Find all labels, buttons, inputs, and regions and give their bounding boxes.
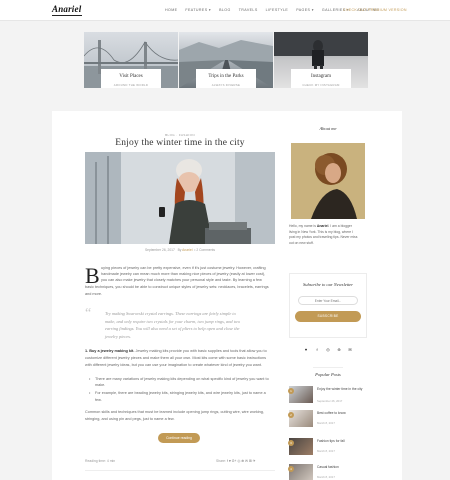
skills-paragraph-line: stringing, and using pin and pegs, just … xyxy=(85,417,175,421)
popular-posts-heading: Popular Posts xyxy=(315,372,341,377)
subscribe-button[interactable]: Subscribe xyxy=(295,311,361,322)
quote-line: jewelry pieces. xyxy=(105,333,132,339)
nav-blog[interactable]: BLOG xyxy=(219,8,231,12)
quote-icon: “ xyxy=(85,306,92,321)
dribbble-icon[interactable]: ⊕ xyxy=(336,347,342,353)
email-field[interactable]: Enter Your Email... xyxy=(298,296,358,305)
featured-card: Visit Places AROUND THE WORLD xyxy=(101,69,161,88)
post-by-label: By xyxy=(177,248,182,252)
skills-paragraph-line: Common skills and techniques that must b… xyxy=(85,410,264,414)
popular-post[interactable]: 3 Fashion tips for fall March 8, 2017 xyxy=(288,438,367,456)
featured-title: Instagram xyxy=(311,74,331,79)
featured-instagram[interactable]: Instagram CHECK MY INSTAGRAM xyxy=(274,32,368,88)
site-logo[interactable]: Anariel xyxy=(52,4,81,14)
popular-divider xyxy=(313,367,343,368)
post-author[interactable]: Anariel xyxy=(182,248,192,252)
featured-title: Visit Places xyxy=(119,74,143,79)
popular-post-title[interactable]: Casual fashion xyxy=(317,465,367,470)
bullet-line: make. xyxy=(95,383,106,387)
reading-time: Reading time: 4 min xyxy=(85,459,116,463)
content-area: BLOG · FASHION Enjoy the winter time in … xyxy=(52,111,402,480)
share-bar: Share: f ♥ G+ ◎ ⊕ ✉ ⊞ ✈ xyxy=(216,459,255,463)
about-line: post my photos and traveling tips. Never… xyxy=(289,235,358,240)
logo-underline xyxy=(52,15,82,16)
popular-rank-badge: 1 xyxy=(288,388,294,394)
intro-paragraph-line: basic techniques, you should be able to … xyxy=(85,285,269,289)
pinterest-icon[interactable]: ♥ xyxy=(303,347,309,353)
featured-card: Instagram CHECK MY INSTAGRAM xyxy=(291,69,351,88)
nav-features[interactable]: FEATURES ▾ xyxy=(185,8,211,12)
about-name: Anariel xyxy=(316,224,329,228)
popular-rank-badge: 4 xyxy=(288,466,294,472)
kit-heading: 1. Buy a jewelry making kit. xyxy=(85,349,135,353)
nav-pages[interactable]: PAGES ▾ xyxy=(296,8,314,12)
featured-subtitle: CHECK MY INSTAGRAM xyxy=(302,83,340,87)
featured-visit-places[interactable]: Visit Places AROUND THE WORLD xyxy=(84,32,178,88)
facebook-icon[interactable]: f xyxy=(314,347,320,353)
post-divider xyxy=(85,470,275,471)
kit-paragraph-line: with different jewelry ideas, but you ca… xyxy=(85,363,263,367)
popular-post[interactable]: 2 Best coffee to know March 8, 2017 xyxy=(288,410,367,428)
nav-travels[interactable]: TRAVELS xyxy=(239,8,258,12)
popular-rank-badge: 2 xyxy=(288,412,294,418)
popular-rank-badge: 3 xyxy=(288,440,294,446)
featured-trips-in-the-parks[interactable]: Trips in the Parks ALWAYS DIVERSE xyxy=(179,32,273,88)
instagram-icon[interactable]: ◎ xyxy=(325,347,331,353)
intro-paragraph-line: you can also make jewelry that closely m… xyxy=(101,278,262,282)
featured-card: Trips in the Parks ALWAYS DIVERSE xyxy=(196,69,256,88)
about-me-text: Hello, my name is Anariel. I am a blogge… xyxy=(289,224,367,246)
social-links: ♥ f ◎ ⊕ ✉ xyxy=(303,347,353,353)
popular-post[interactable]: 4 Casual fashion March 8, 2017 xyxy=(288,464,367,480)
popular-post-title[interactable]: Enjoy the winter time in the city xyxy=(317,387,367,392)
quote-line: make, and only require two crystals for … xyxy=(105,318,241,324)
bullet-icon: • xyxy=(89,391,91,395)
popular-post-date: March 8, 2017 xyxy=(317,475,335,479)
post-meta: September 26, 2017 By Anariel • 2 Commen… xyxy=(144,248,216,252)
premium-version-link[interactable]: CHECK OUT PREMIUM VERSION xyxy=(343,8,407,12)
email-icon[interactable]: ✉ xyxy=(347,347,353,353)
featured-title: Trips in the Parks xyxy=(208,74,244,79)
site-header: Anariel HOME FEATURES ▾ BLOG TRAVELS LIF… xyxy=(0,0,450,21)
about-me-photo xyxy=(291,143,365,219)
intro-paragraph-line: and more. xyxy=(85,292,103,296)
about-line-start: Hello, my name is xyxy=(289,224,317,228)
kit-paragraph-line: customize different jewelry pieces and m… xyxy=(85,356,266,360)
newsletter-heading: Subscribe to our Newsletter xyxy=(302,282,354,287)
post-comments[interactable]: 2 Comments xyxy=(196,248,215,252)
post-title[interactable]: Enjoy the winter time in the city xyxy=(85,138,275,148)
popular-post-title[interactable]: Fashion tips for fall xyxy=(317,439,367,444)
share-label: Share: xyxy=(216,459,226,463)
quote-line: earring findings. You will also need a s… xyxy=(105,326,240,331)
popular-post-title[interactable]: Best coffee to know xyxy=(317,411,367,416)
featured-subtitle: ALWAYS DIVERSE xyxy=(211,83,241,87)
bullet-line: few. xyxy=(95,398,102,402)
about-me-heading: About me xyxy=(319,126,337,131)
share-icons[interactable]: f ♥ G+ ◎ ⊕ ✉ ⊞ ✈ xyxy=(227,459,256,463)
post-featured-image[interactable] xyxy=(85,152,275,244)
popular-post-date: March 8, 2017 xyxy=(317,421,335,425)
bullet-icon: • xyxy=(89,377,91,381)
continue-reading-button[interactable]: Continue reading xyxy=(158,433,200,443)
kit-paragraph-line: 1. Buy a jewelry making kit. Jewelry mak… xyxy=(85,348,275,354)
nav-lifestyle[interactable]: LIFESTYLE xyxy=(266,8,289,12)
about-line-end: . I am a blogger xyxy=(328,224,352,228)
popular-post-date: March 8, 2017 xyxy=(317,449,335,453)
popular-post-date: September 26, 2017 xyxy=(317,399,343,403)
nav-home[interactable]: HOME xyxy=(165,8,177,12)
quote-line: Try making Swarovski crystal earrings. T… xyxy=(105,311,236,316)
blockquote: Try making Swarovski crystal earrings. T… xyxy=(105,310,275,340)
about-line: out on new stuff. xyxy=(289,240,314,245)
post-date[interactable]: September 26, 2017 xyxy=(145,248,175,252)
popular-post[interactable]: 1 Enjoy the winter time in the city Sept… xyxy=(288,386,367,404)
kit-text: Jewelry making kits provide you with bas… xyxy=(134,349,267,353)
post-categories[interactable]: BLOG · FASHION xyxy=(85,133,275,137)
featured-subtitle: AROUND THE WORLD xyxy=(113,83,149,87)
bullet-line: For example, there are beading jewelry k… xyxy=(95,391,266,395)
